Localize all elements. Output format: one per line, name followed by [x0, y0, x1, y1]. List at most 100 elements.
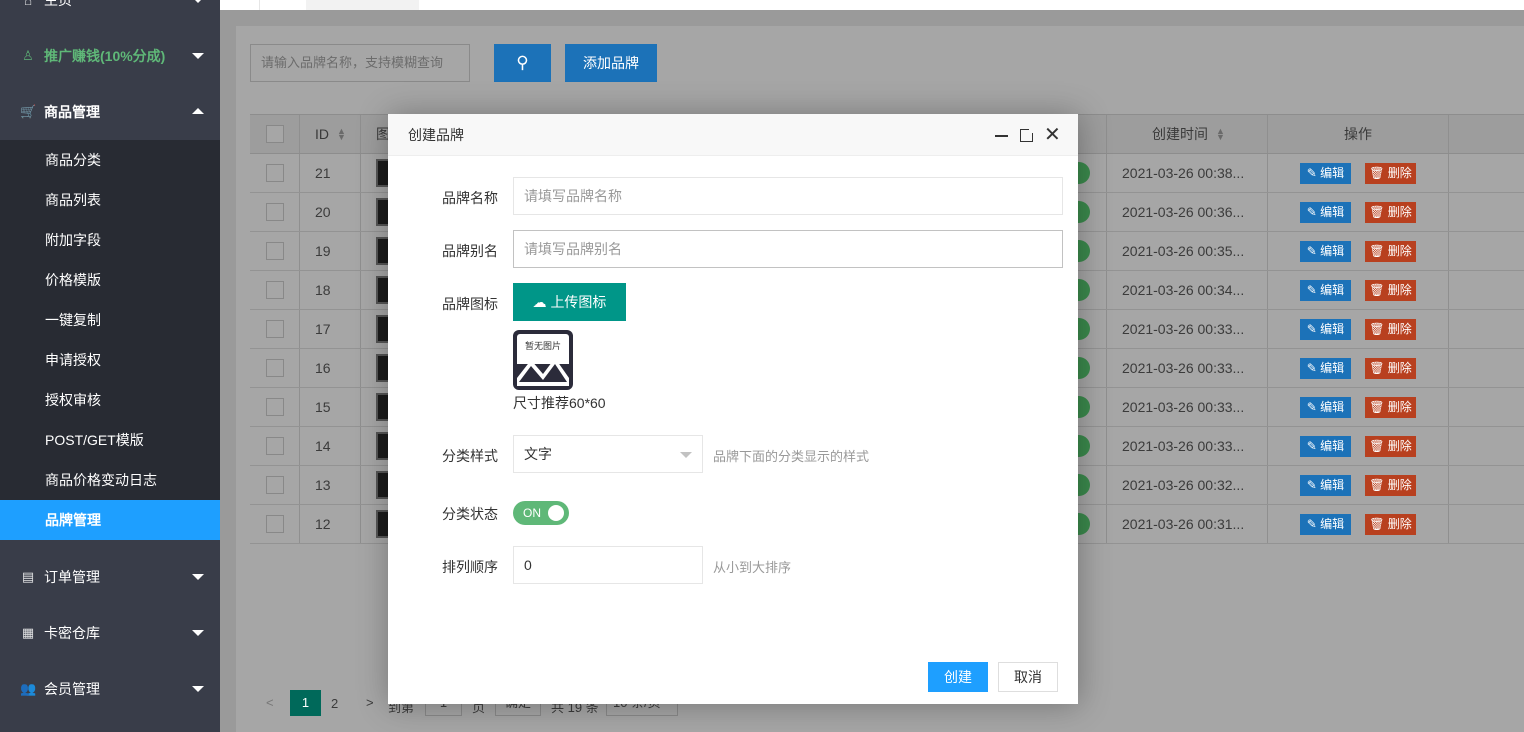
no-image-placeholder: 暂无图片: [513, 330, 573, 390]
home-icon: ⌂: [24, 0, 32, 8]
subnav-brand-management[interactable]: 品牌管理: [0, 500, 220, 540]
search-input[interactable]: 请输入品牌名称，支持模糊查询: [250, 44, 470, 82]
select-all-checkbox[interactable]: [266, 125, 284, 143]
nav-home[interactable]: ⌂ 主页: [0, 0, 220, 28]
category-status-switch[interactable]: ON: [513, 501, 569, 525]
edit-button[interactable]: ✎ 编辑: [1300, 397, 1351, 418]
create-button[interactable]: 创建: [928, 662, 988, 692]
brand-name-input[interactable]: 请填写品牌名称: [513, 177, 1063, 215]
edit-button[interactable]: ✎ 编辑: [1300, 514, 1351, 535]
edit-button[interactable]: ✎ 编辑: [1300, 475, 1351, 496]
delete-button[interactable]: 🗑 删除: [1365, 241, 1416, 262]
sort-order-input[interactable]: 0: [513, 546, 703, 584]
row-id: 13: [315, 477, 331, 493]
row-id: 14: [315, 438, 331, 454]
edit-button[interactable]: ✎ 编辑: [1300, 358, 1351, 379]
row-created-time: 2021-03-26 00:33...: [1122, 360, 1245, 376]
row-checkbox[interactable]: [266, 437, 284, 455]
row-id: 12: [315, 516, 331, 532]
edit-button[interactable]: ✎ 编辑: [1300, 319, 1351, 340]
sort-order-label: 排列顺序: [442, 559, 498, 575]
category-style-select[interactable]: 文字: [513, 435, 703, 473]
category-style-label: 分类样式: [442, 448, 498, 464]
row-checkbox[interactable]: [266, 359, 284, 377]
edit-button[interactable]: ✎ 编辑: [1300, 436, 1351, 457]
subnav-goods-list[interactable]: 商品列表: [0, 180, 220, 220]
row-created-time: 2021-03-26 00:33...: [1122, 321, 1245, 337]
row-checkbox[interactable]: [266, 203, 284, 221]
subnav-price-template[interactable]: 价格模版: [0, 260, 220, 300]
status-switch[interactable]: [1078, 357, 1090, 379]
row-checkbox[interactable]: [266, 515, 284, 533]
status-switch[interactable]: [1078, 279, 1090, 301]
edit-button[interactable]: ✎ 编辑: [1300, 241, 1351, 262]
nav-orders[interactable]: ▤ 订单管理: [0, 549, 220, 605]
cloud-upload-icon: ☁: [532, 294, 547, 310]
chevron-down-icon: [192, 574, 204, 580]
brand-alias-input[interactable]: 请填写品牌别名: [513, 230, 1063, 268]
status-switch[interactable]: [1078, 435, 1090, 457]
prev-page[interactable]: <: [266, 695, 274, 710]
status-switch[interactable]: [1078, 396, 1090, 418]
search-button[interactable]: ⚲: [494, 44, 551, 82]
status-switch[interactable]: [1078, 162, 1090, 184]
subnav-apply-auth[interactable]: 申请授权: [0, 340, 220, 380]
delete-button[interactable]: 🗑 删除: [1365, 397, 1416, 418]
header-created-time[interactable]: 创建时间 ▲ ▼: [1152, 115, 1225, 153]
delete-button[interactable]: 🗑 删除: [1365, 514, 1416, 535]
close-icon[interactable]: ✕: [1044, 124, 1061, 146]
nav-goods[interactable]: 🛒 商品管理: [0, 84, 220, 140]
row-checkbox[interactable]: [266, 320, 284, 338]
subnav-post-get-template[interactable]: POST/GET模版: [0, 420, 220, 460]
row-checkbox[interactable]: [266, 398, 284, 416]
row-checkbox[interactable]: [266, 242, 284, 260]
delete-button[interactable]: 🗑 删除: [1365, 319, 1416, 340]
nav-card-warehouse[interactable]: ▦ 卡密仓库: [0, 605, 220, 661]
row-id: 17: [315, 321, 331, 337]
chevron-down-icon: [192, 0, 204, 3]
row-checkbox[interactable]: [266, 281, 284, 299]
maximize-icon[interactable]: [1020, 127, 1035, 142]
cancel-button[interactable]: 取消: [998, 662, 1058, 692]
delete-button[interactable]: 🗑 删除: [1365, 280, 1416, 301]
minimize-icon[interactable]: [995, 135, 1008, 137]
add-brand-button[interactable]: 添加品牌: [565, 44, 657, 82]
search-icon: ⚲: [516, 53, 529, 72]
subnav-price-log[interactable]: 商品价格变动日志: [0, 460, 220, 500]
subnav-category[interactable]: 商品分类: [0, 140, 220, 180]
subnav-one-click-copy[interactable]: 一键复制: [0, 300, 220, 340]
row-id: 15: [315, 399, 331, 415]
sort-order-hint: 从小到大排序: [713, 560, 792, 575]
status-switch[interactable]: [1078, 474, 1090, 496]
chevron-down-icon: [680, 452, 692, 458]
delete-button[interactable]: 🗑 删除: [1365, 163, 1416, 184]
row-checkbox[interactable]: [266, 164, 284, 182]
subnav-auth-review[interactable]: 授权审核: [0, 380, 220, 420]
nav-promotion[interactable]: ♙ 推广赚钱(10%分成): [0, 28, 220, 84]
status-switch[interactable]: [1078, 513, 1090, 535]
cart-icon: 🛒: [20, 104, 37, 119]
delete-button[interactable]: 🗑 删除: [1365, 475, 1416, 496]
delete-button[interactable]: 🗑 删除: [1365, 436, 1416, 457]
status-switch[interactable]: [1078, 318, 1090, 340]
active-tab[interactable]: [306, 0, 419, 10]
page-1[interactable]: 1: [290, 690, 321, 716]
row-created-time: 2021-03-26 00:34...: [1122, 282, 1245, 298]
next-page[interactable]: >: [366, 695, 374, 710]
nav-members[interactable]: 👥 会员管理: [0, 661, 220, 717]
page-2[interactable]: 2: [331, 696, 338, 711]
edit-button[interactable]: ✎ 编辑: [1300, 163, 1351, 184]
delete-button[interactable]: 🗑 删除: [1365, 358, 1416, 379]
status-switch[interactable]: [1078, 201, 1090, 223]
upload-icon-button[interactable]: ☁ 上传图标: [513, 283, 626, 321]
sitemap-icon: ♙: [22, 48, 34, 63]
subnav-extra-fields[interactable]: 附加字段: [0, 220, 220, 260]
switch-knob: [548, 505, 564, 521]
delete-button[interactable]: 🗑 删除: [1365, 202, 1416, 223]
row-checkbox[interactable]: [266, 476, 284, 494]
sort-icon: ▲ ▼: [1216, 126, 1225, 142]
status-switch[interactable]: [1078, 240, 1090, 262]
edit-button[interactable]: ✎ 编辑: [1300, 280, 1351, 301]
header-id[interactable]: ID ▲ ▼: [315, 115, 346, 153]
edit-button[interactable]: ✎ 编辑: [1300, 202, 1351, 223]
